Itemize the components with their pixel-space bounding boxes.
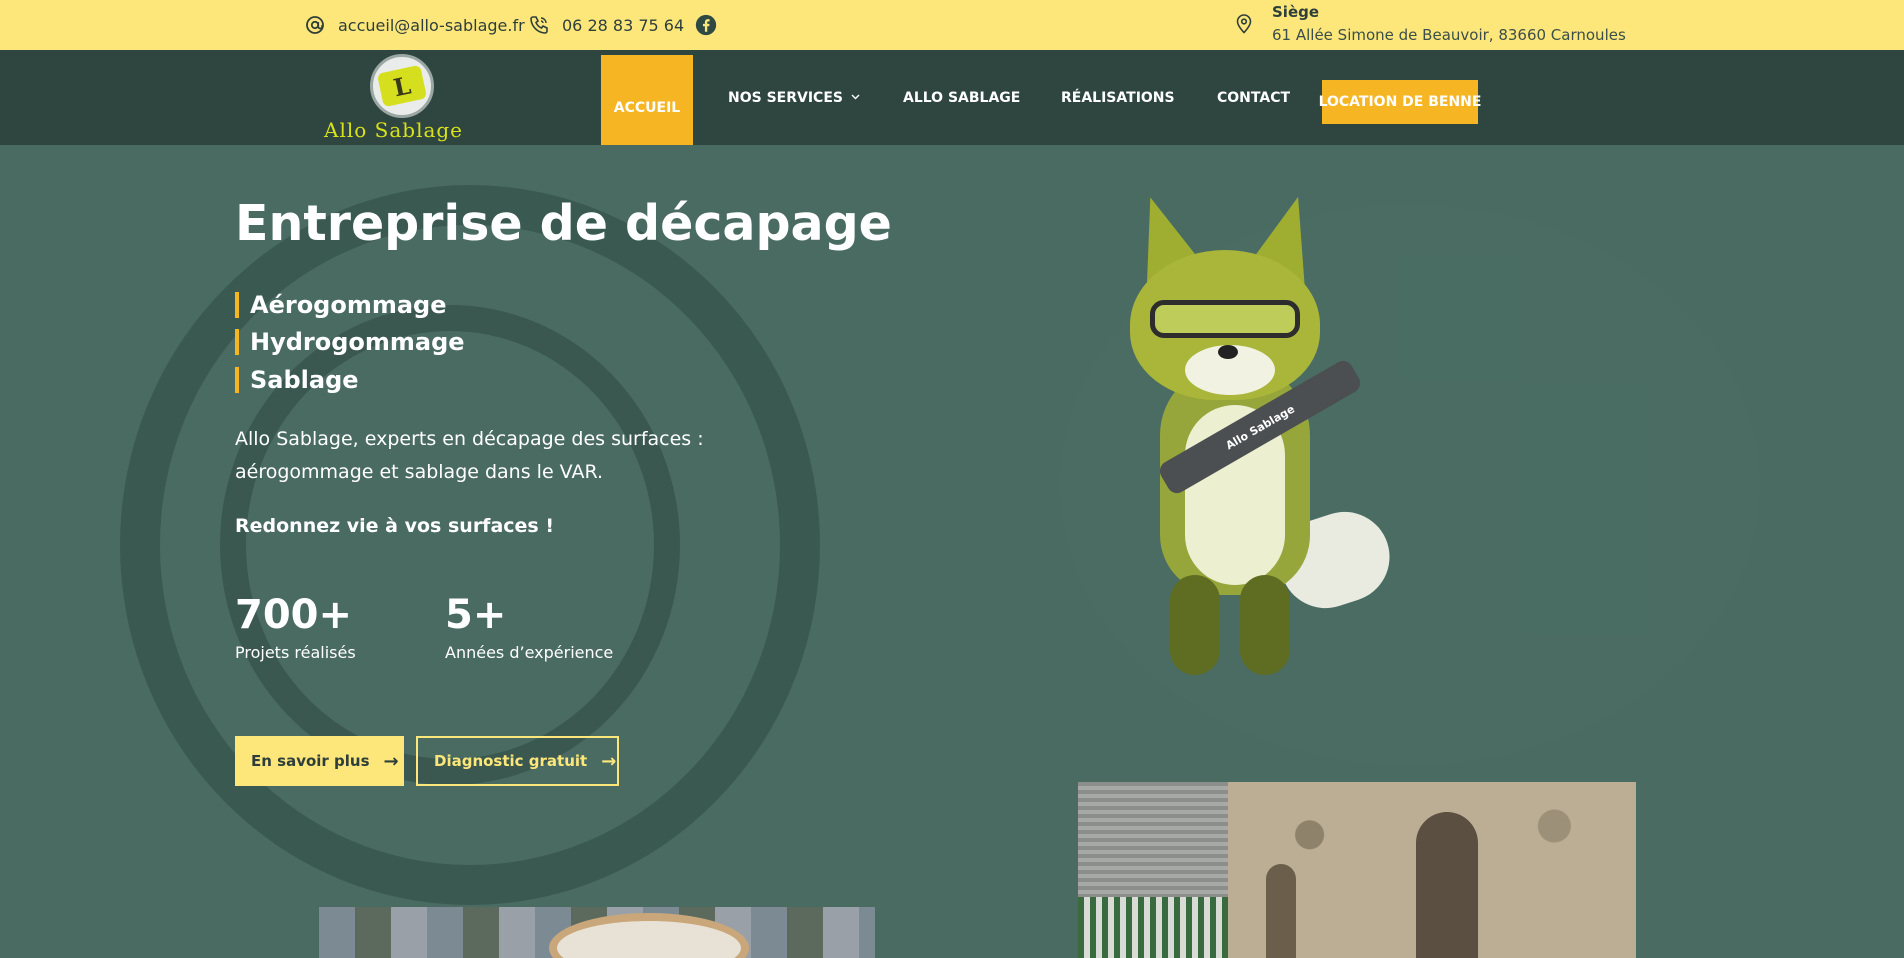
main-navigation: L Allo Sablage ACCUEIL NOS SERVICES ALLO… bbox=[0, 50, 1904, 160]
email-text: accueil@allo-sablage.fr bbox=[338, 15, 525, 35]
button-label: Diagnostic gratuit bbox=[434, 752, 588, 770]
phone-text: 06 28 83 75 64 bbox=[562, 15, 685, 35]
hero-section: Entreprise de décapage Aérogommage Hydro… bbox=[0, 145, 1904, 958]
chevron-down-icon bbox=[851, 92, 860, 103]
hero-title: Entreprise de décapage bbox=[235, 195, 892, 252]
service-item: Hydrogommage bbox=[235, 329, 465, 355]
nav-item-label: NOS SERVICES bbox=[728, 89, 843, 106]
arrow-right-icon: → bbox=[383, 750, 399, 772]
stat-value: 5+ bbox=[445, 592, 507, 638]
arrow-right-icon: → bbox=[601, 750, 617, 772]
at-icon bbox=[304, 14, 326, 36]
glasses-detail bbox=[1150, 300, 1300, 338]
logo-text: Allo Sablage bbox=[324, 118, 464, 142]
siege-address: 61 Allée Simone de Beauvoir, 83660 Carno… bbox=[1272, 26, 1626, 44]
fox-mascot-image: Allo Sablage bbox=[1090, 186, 1402, 685]
facebook-link[interactable] bbox=[695, 0, 717, 50]
hero-tagline: Redonnez vie à vos surfaces ! bbox=[235, 515, 555, 537]
button-label: En savoir plus bbox=[251, 752, 370, 770]
stat-value: 700+ bbox=[235, 592, 353, 638]
en-savoir-plus-button[interactable]: En savoir plus → bbox=[235, 736, 404, 786]
project-photo bbox=[319, 907, 875, 958]
stat-label: Années d’expérience bbox=[445, 643, 614, 662]
siege-title: Siège bbox=[1272, 3, 1320, 21]
location-benne-button[interactable]: LOCATION DE BENNE bbox=[1319, 80, 1481, 124]
hero-description: Allo Sablage, experts en décapage des su… bbox=[235, 428, 704, 483]
facebook-icon bbox=[695, 14, 717, 36]
phone-icon bbox=[528, 14, 550, 36]
service-item: Aérogommage bbox=[235, 292, 447, 318]
map-pin-icon bbox=[1236, 14, 1252, 38]
phone-link[interactable]: 06 28 83 75 64 bbox=[528, 0, 684, 50]
logo-emblem: L bbox=[370, 54, 434, 118]
diagnostic-gratuit-button[interactable]: Diagnostic gratuit → bbox=[416, 736, 619, 786]
project-photo bbox=[1078, 782, 1636, 958]
stat-label: Projets réalisés bbox=[235, 643, 356, 662]
nav-item-contact[interactable]: CONTACT bbox=[1217, 50, 1290, 145]
site-logo[interactable]: L Allo Sablage bbox=[318, 52, 488, 142]
top-info-bar: accueil@allo-sablage.fr 06 28 83 75 64 S… bbox=[0, 0, 1904, 50]
nav-item-nos-services[interactable]: NOS SERVICES bbox=[728, 50, 860, 145]
service-item: Sablage bbox=[235, 367, 359, 393]
email-link[interactable]: accueil@allo-sablage.fr bbox=[304, 0, 525, 50]
nav-item-realisations[interactable]: RÉALISATIONS bbox=[1061, 50, 1175, 145]
nav-item-allo-sablage[interactable]: ALLO SABLAGE bbox=[903, 50, 1020, 145]
